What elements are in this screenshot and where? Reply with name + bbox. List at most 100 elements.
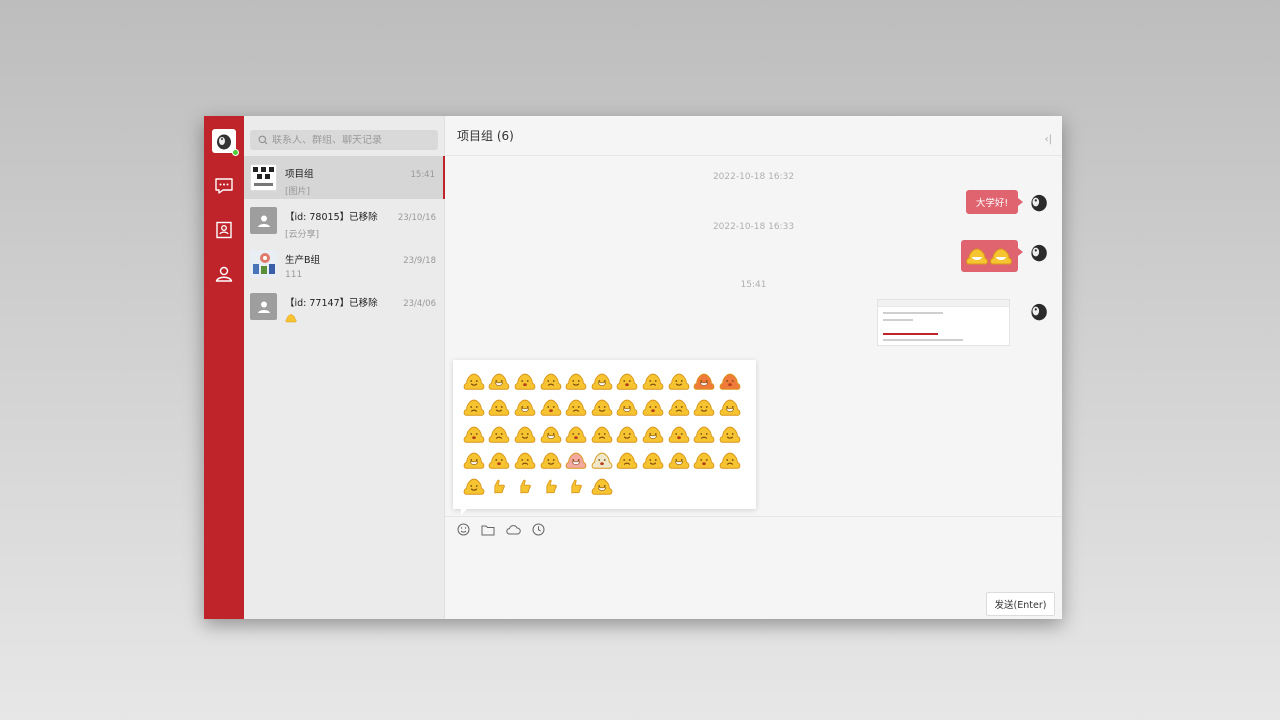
emoji-face-icon bbox=[514, 426, 536, 443]
collapse-panel-icon[interactable]: ‹| bbox=[1045, 134, 1052, 145]
emoji-option[interactable] bbox=[666, 447, 692, 473]
emoji-grid bbox=[461, 368, 750, 499]
emoji-option[interactable] bbox=[538, 473, 564, 499]
emoji-option[interactable] bbox=[563, 447, 589, 473]
emoji-option[interactable] bbox=[512, 473, 538, 499]
search-input[interactable] bbox=[272, 134, 422, 146]
emoji-button[interactable] bbox=[455, 522, 471, 538]
emoji-option[interactable] bbox=[717, 421, 743, 447]
send-button[interactable]: 发送(Enter) bbox=[986, 592, 1055, 616]
emoji-option[interactable] bbox=[589, 421, 615, 447]
emoji-option[interactable] bbox=[563, 394, 589, 420]
emoji-option[interactable] bbox=[691, 421, 717, 447]
conversation-time: 15:41 bbox=[410, 170, 436, 180]
emoji-option[interactable] bbox=[512, 447, 538, 473]
conversation-avatar bbox=[250, 293, 277, 320]
emoji-option[interactable] bbox=[666, 421, 692, 447]
emoji-option[interactable] bbox=[589, 473, 615, 499]
conversation-item[interactable]: 项目组 [图片] 15:41 bbox=[244, 156, 445, 199]
search-icon bbox=[258, 135, 268, 145]
emoji-option[interactable] bbox=[461, 394, 487, 420]
emoji-face-icon bbox=[463, 452, 485, 469]
file-button[interactable] bbox=[480, 522, 496, 538]
emoji-option[interactable] bbox=[563, 368, 589, 394]
emoji-option[interactable] bbox=[666, 394, 692, 420]
conversation-avatar bbox=[250, 250, 277, 277]
emoji-option[interactable] bbox=[615, 368, 641, 394]
conversation-meta: 项目组 [图片] 15:41 bbox=[285, 162, 437, 199]
emoji-option[interactable] bbox=[717, 447, 743, 473]
emoji-option[interactable] bbox=[615, 421, 641, 447]
emoji-face-icon bbox=[565, 400, 587, 417]
conversation-time: 23/9/18 bbox=[403, 256, 436, 266]
conversation-item[interactable]: 生产B组 111 23/9/18 bbox=[244, 242, 444, 285]
cloud-share-button[interactable] bbox=[505, 522, 521, 538]
emoji-face-icon bbox=[591, 478, 613, 496]
emoji-option[interactable] bbox=[487, 447, 513, 473]
emoji-option[interactable] bbox=[589, 394, 615, 420]
emoji-option[interactable] bbox=[461, 368, 487, 394]
message-input[interactable] bbox=[445, 543, 1062, 619]
emoji-option[interactable] bbox=[691, 368, 717, 394]
message-bubble[interactable]: 大学好! bbox=[966, 190, 1023, 214]
emoji-option[interactable] bbox=[487, 473, 513, 499]
emoji-face-icon bbox=[617, 452, 638, 469]
emoji-option[interactable] bbox=[640, 421, 666, 447]
emoji-option[interactable] bbox=[640, 447, 666, 473]
emoji-face-icon bbox=[591, 426, 613, 443]
emoji-option[interactable] bbox=[563, 473, 589, 499]
emoji-option[interactable] bbox=[461, 447, 487, 473]
composer: 发送(Enter) bbox=[445, 543, 1062, 619]
emoji-option[interactable] bbox=[615, 394, 641, 420]
smiley-icon bbox=[457, 523, 469, 536]
emoji-option[interactable] bbox=[538, 394, 564, 420]
emoji-option[interactable] bbox=[487, 368, 513, 394]
nav-contacts[interactable] bbox=[213, 219, 235, 241]
user-icon bbox=[215, 266, 233, 282]
sender-avatar[interactable] bbox=[1026, 190, 1050, 214]
emoji-option[interactable] bbox=[487, 394, 513, 420]
emoji-option[interactable] bbox=[512, 421, 538, 447]
emoji-option[interactable] bbox=[640, 394, 666, 420]
penguin-icon bbox=[1031, 244, 1047, 262]
emoji-option[interactable] bbox=[538, 368, 564, 394]
message-timestamp: 2022-10-18 16:33 bbox=[712, 222, 795, 232]
emoji-message[interactable] bbox=[961, 240, 1023, 272]
emoji-option[interactable] bbox=[538, 447, 564, 473]
emoji-option[interactable] bbox=[461, 421, 487, 447]
emoji-option[interactable] bbox=[589, 368, 615, 394]
image-thumbnail-progress bbox=[883, 333, 938, 335]
emoji-option[interactable] bbox=[640, 368, 666, 394]
conversation-item[interactable]: 【id: 77147】已移除 23/4/06 bbox=[244, 285, 444, 328]
emoji-option[interactable] bbox=[589, 447, 615, 473]
emoji-option[interactable] bbox=[666, 368, 692, 394]
emoji-option[interactable] bbox=[538, 421, 564, 447]
nav-messages[interactable] bbox=[213, 175, 235, 197]
emoji-face-icon bbox=[463, 426, 485, 443]
emoji-option[interactable] bbox=[563, 421, 589, 447]
emoji-option[interactable] bbox=[461, 473, 487, 499]
emoji-option[interactable] bbox=[717, 368, 743, 394]
emoji-face-icon bbox=[591, 452, 613, 469]
emoji-face-icon bbox=[514, 400, 536, 417]
emoji-option[interactable] bbox=[691, 447, 717, 473]
chat-bubble-icon bbox=[215, 178, 233, 194]
conversation-preview bbox=[285, 313, 438, 326]
group-photo bbox=[253, 253, 275, 274]
my-avatar[interactable] bbox=[212, 129, 239, 156]
emoji-option[interactable] bbox=[691, 394, 717, 420]
emoji-option[interactable] bbox=[512, 368, 538, 394]
emoji-option[interactable] bbox=[512, 394, 538, 420]
conversation-item[interactable]: 【id: 78015】已移除 [云分享] 23/10/16 bbox=[244, 199, 444, 242]
sender-avatar[interactable] bbox=[1026, 240, 1050, 264]
emoji-option[interactable] bbox=[487, 421, 513, 447]
image-message[interactable] bbox=[877, 299, 1010, 346]
penguin-icon bbox=[217, 134, 231, 150]
history-button[interactable] bbox=[530, 522, 546, 538]
emoji-option[interactable] bbox=[615, 447, 641, 473]
emoji-option[interactable] bbox=[717, 394, 743, 420]
nav-profile[interactable] bbox=[213, 263, 235, 285]
emoji-face-icon bbox=[565, 373, 587, 390]
sender-avatar[interactable] bbox=[1026, 299, 1050, 323]
message-row bbox=[961, 240, 1050, 272]
